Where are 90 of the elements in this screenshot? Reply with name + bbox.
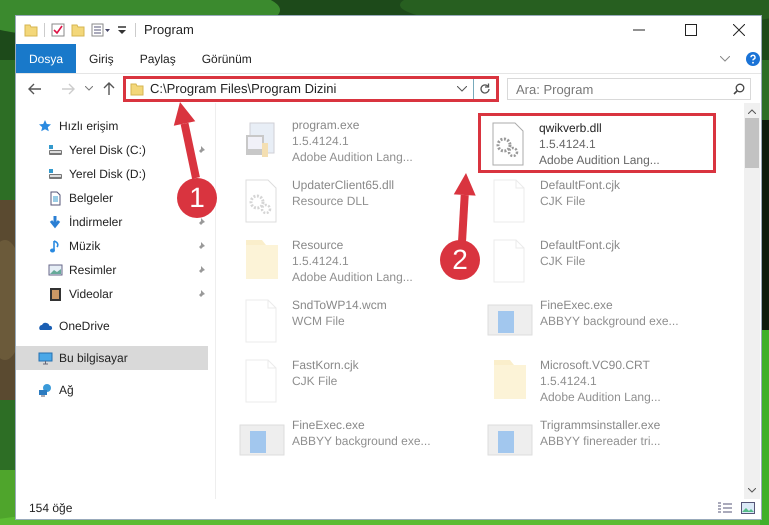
file-detail: 1.5.4124.1 bbox=[539, 136, 597, 152]
file-name: Resource bbox=[292, 237, 344, 253]
file-item[interactable]: DefaultFont.cjk CJK File bbox=[482, 173, 682, 233]
maximize-icon[interactable] bbox=[685, 24, 697, 36]
file-detail: WCM File bbox=[292, 313, 346, 329]
window-title: Program bbox=[144, 21, 194, 40]
file-name: DefaultFont.cjk bbox=[540, 237, 620, 253]
file-name: FineExec.exe bbox=[540, 297, 614, 313]
checkbox-icon[interactable] bbox=[51, 23, 65, 37]
file-name: Microsoft.VC90.CRT bbox=[540, 357, 651, 373]
sidebar-item[interactable]: Hızlı erişim bbox=[16, 114, 180, 138]
file-item[interactable]: qwikverb.dll 1.5.4124.1 Adobe Audition Lang... bbox=[478, 113, 716, 173]
address-bar[interactable]: C:\Program Files\Program Dizini bbox=[123, 76, 499, 102]
sidebar-item[interactable]: Bu bilgisayar bbox=[16, 346, 208, 370]
film-icon bbox=[48, 286, 63, 302]
picture-icon bbox=[48, 262, 63, 278]
search-icon bbox=[733, 82, 745, 94]
scrollbar[interactable] bbox=[744, 103, 760, 499]
drive-icon bbox=[48, 166, 63, 182]
file-name: program.exe bbox=[292, 117, 360, 133]
large-icons-view-icon[interactable] bbox=[741, 502, 755, 514]
file-item[interactable]: FineExec.exe ABBYY background exe... bbox=[234, 413, 434, 473]
file-detail: 1.5.4124.1 bbox=[292, 253, 350, 269]
details-view-icon[interactable] bbox=[717, 502, 733, 514]
file-name: FastKorn.cjk bbox=[292, 357, 359, 373]
star-icon bbox=[38, 118, 53, 134]
file-detail: 1.5.4124.1 bbox=[292, 133, 350, 149]
scrollbar-thumb[interactable] bbox=[745, 118, 759, 168]
file-name: Trigrammsinstaller.exe bbox=[540, 417, 661, 433]
ribbon-tab[interactable]: Dosya bbox=[16, 44, 76, 73]
annotation-arrow bbox=[454, 173, 476, 242]
file-detail: Adobe Audition Lang... bbox=[540, 389, 661, 405]
file-detail: Resource DLL bbox=[292, 193, 370, 209]
file-detail: Adobe Audition Lang... bbox=[292, 269, 413, 285]
file-detail: ABBYY background exe... bbox=[540, 313, 679, 329]
refresh-icon[interactable] bbox=[479, 82, 491, 94]
address-path: C:\Program Files\Program Dizini bbox=[150, 80, 336, 98]
sidebar-item[interactable]: Videolar bbox=[16, 282, 180, 306]
up-arrow-icon[interactable] bbox=[103, 82, 115, 96]
file-detail: ABBYY finereader tri... bbox=[540, 433, 661, 449]
sidebar-item[interactable]: OneDrive bbox=[16, 314, 180, 338]
customize-toolbar-icon[interactable] bbox=[117, 24, 127, 36]
sidebar-item[interactable]: Belgeler bbox=[16, 186, 180, 210]
properties-icon[interactable] bbox=[91, 23, 111, 37]
monitor-icon bbox=[38, 350, 53, 366]
sidebar-item[interactable]: Ağ bbox=[16, 378, 180, 402]
ribbon-tab[interactable]: Görünüm bbox=[188, 44, 265, 73]
scroll-up-icon[interactable] bbox=[748, 109, 756, 114]
file-detail: CJK File bbox=[540, 193, 586, 209]
network-icon bbox=[38, 382, 53, 398]
sidebar-item[interactable]: Yerel Disk (C:) bbox=[16, 138, 180, 162]
file-item[interactable]: DefaultFont.cjk CJK File bbox=[482, 233, 682, 293]
folder-icon bbox=[130, 82, 144, 96]
file-name: FineExec.exe bbox=[292, 417, 366, 433]
scroll-down-icon[interactable] bbox=[748, 488, 756, 493]
file-item[interactable]: UpdaterClient65.dll Resource DLL bbox=[234, 173, 434, 233]
file-detail: Adobe Audition Lang... bbox=[292, 149, 413, 165]
file-name: qwikverb.dll bbox=[539, 120, 603, 136]
file-name: SndToWP14.wcm bbox=[292, 297, 387, 313]
chevron-icon[interactable] bbox=[720, 56, 730, 62]
file-detail: CJK File bbox=[292, 373, 338, 389]
back-arrow-icon[interactable] bbox=[28, 82, 42, 94]
sidebar-item[interactable]: İndirmeler bbox=[16, 210, 180, 234]
file-name: DefaultFont.cjk bbox=[540, 177, 620, 193]
dropdown-icon[interactable] bbox=[457, 86, 467, 92]
sidebar-item[interactable]: Yerel Disk (D:) bbox=[16, 162, 180, 186]
download-arrow-icon bbox=[48, 214, 63, 230]
file-item[interactable]: Trigrammsinstaller.exe ABBYY finereader tri... bbox=[482, 413, 682, 473]
file-name: UpdaterClient65.dll bbox=[292, 177, 394, 193]
ribbon-tab[interactable]: Giriş bbox=[76, 44, 127, 73]
file-detail: 1.5.4124.1 bbox=[540, 373, 598, 389]
sidebar-item[interactable]: Müzik bbox=[16, 234, 180, 258]
close-icon[interactable] bbox=[733, 24, 745, 36]
file-item[interactable]: Microsoft.VC90.CRT 1.5.4124.1 Adobe Audition Lang... bbox=[482, 353, 682, 413]
file-detail: Adobe Audition Lang... bbox=[539, 152, 660, 168]
document-icon bbox=[48, 190, 63, 206]
file-item[interactable]: program.exe 1.5.4124.1 Adobe Audition Lang... bbox=[234, 113, 434, 173]
search-field[interactable]: Ara: Program bbox=[507, 78, 751, 100]
file-detail: CJK File bbox=[540, 253, 586, 269]
sidebar-item[interactable]: Resimler bbox=[16, 258, 180, 282]
dropdown-icon[interactable] bbox=[85, 86, 93, 91]
file-item[interactable]: SndToWP14.wcm WCM File bbox=[234, 293, 434, 353]
help-icon[interactable] bbox=[746, 52, 760, 66]
item-count: 154 öğe bbox=[29, 500, 72, 517]
drive-icon bbox=[48, 142, 63, 158]
file-item[interactable]: Resource 1.5.4124.1 Adobe Audition Lang... bbox=[234, 233, 434, 293]
file-item[interactable]: FastKorn.cjk CJK File bbox=[234, 353, 434, 413]
file-item[interactable]: FineExec.exe ABBYY background exe... bbox=[482, 293, 682, 353]
file-detail: ABBYY background exe... bbox=[292, 433, 431, 449]
ribbon-tab[interactable]: Paylaş bbox=[126, 44, 189, 73]
